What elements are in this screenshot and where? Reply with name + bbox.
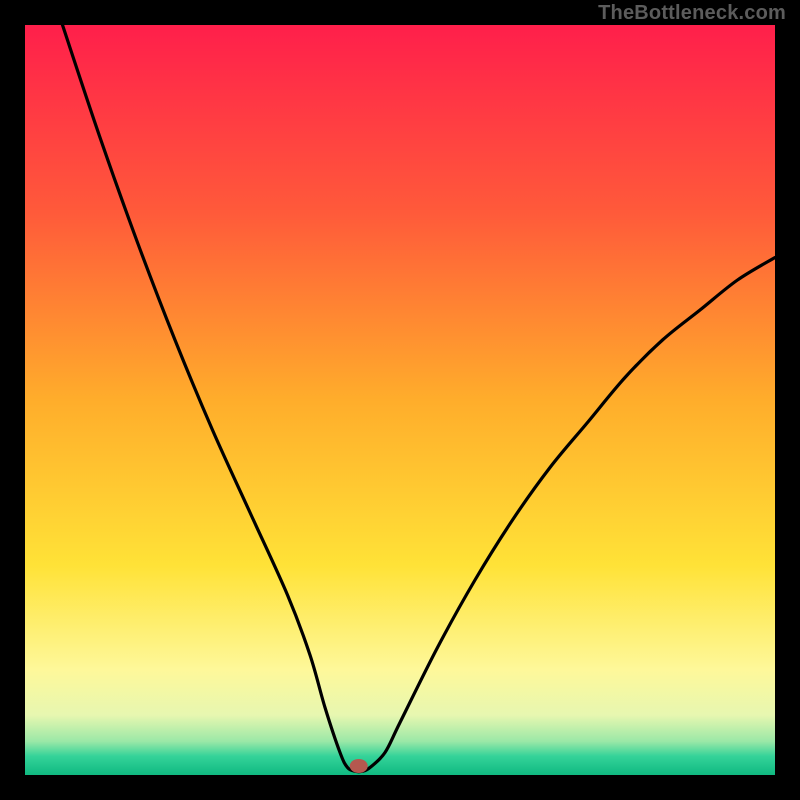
watermark-text: TheBottleneck.com	[598, 2, 786, 25]
chart-frame: TheBottleneck.com	[0, 0, 800, 800]
optimal-marker	[350, 759, 368, 773]
chart-background	[25, 25, 775, 775]
chart-svg	[25, 25, 775, 775]
chart-plot-area	[25, 25, 775, 775]
